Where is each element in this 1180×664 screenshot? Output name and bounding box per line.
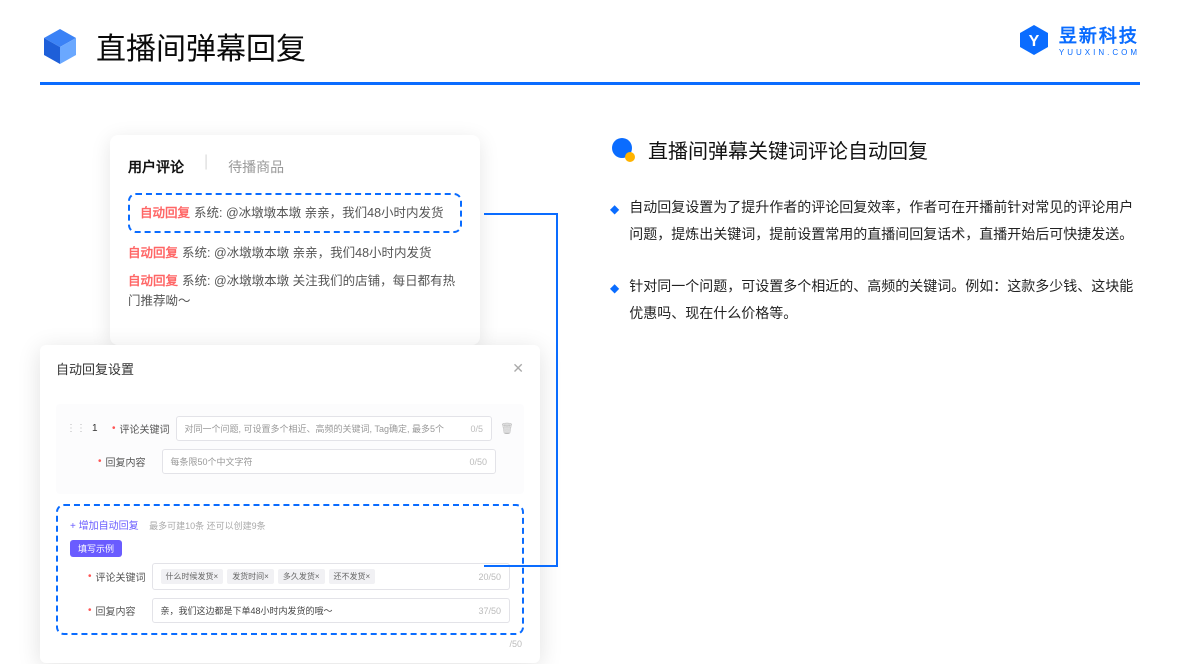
row-index: 1	[92, 423, 112, 434]
add-tip: 最多可建10条 还可以创建9条	[149, 521, 266, 531]
auto-reply-tag: 自动回复	[140, 206, 190, 220]
content-input[interactable]: 每条限50个中文字符0/50	[162, 449, 496, 474]
ex-keyword-label: 评论关键词	[96, 569, 152, 584]
message-text: 系统: @冰墩墩本墩 亲亲，我们48小时内发货	[194, 206, 444, 220]
extra-count: /50	[56, 635, 524, 649]
tab-user-comments[interactable]: 用户评论	[128, 153, 184, 181]
chip[interactable]: 什么时候发货×	[161, 569, 224, 584]
example-section: + 增加自动回复 最多可建10条 还可以创建9条 填写示例 • 评论关键词 什么…	[56, 504, 524, 635]
bubble-icon	[610, 137, 636, 163]
brand-name: 昱新科技	[1059, 22, 1140, 48]
bullet-text: 自动回复设置为了提升作者的评论回复效率，作者可在开播前针对常见的评论用户问题，提…	[629, 194, 1140, 247]
required-marker: •	[88, 605, 92, 616]
settings-title: 自动回复设置	[56, 359, 134, 378]
example-badge: 填写示例	[70, 540, 122, 557]
brand: Y 昱新科技YUUXIN.COM	[1017, 22, 1140, 57]
chip[interactable]: 多久发货×	[278, 569, 325, 584]
tab-pending-goods[interactable]: 待播商品	[228, 153, 284, 181]
bullet-text: 针对同一个问题，可设置多个相近的、高频的关键词。例如：这款多少钱、这块能优惠吗、…	[629, 273, 1140, 326]
page-title: 直播间弹幕回复	[96, 24, 306, 68]
brand-sub: YUUXIN.COM	[1059, 48, 1140, 57]
required-marker: •	[98, 456, 102, 467]
drag-handle-icon[interactable]: ⋮⋮	[66, 423, 86, 434]
content-label: 回复内容	[106, 454, 162, 469]
required-marker: •	[112, 423, 116, 434]
highlighted-message: 自动回复系统: @冰墩墩本墩 亲亲，我们48小时内发货	[128, 193, 462, 233]
auto-reply-tag: 自动回复	[128, 246, 178, 260]
cube-icon	[40, 26, 80, 66]
diamond-icon: ◆	[610, 277, 619, 326]
brand-logo-icon: Y	[1017, 23, 1051, 57]
tab-separator: |	[204, 153, 208, 181]
ex-keyword-input[interactable]: 什么时候发货× 发货时间× 多久发货× 还不发货× 20/50	[152, 563, 510, 590]
svg-text:Y: Y	[1029, 33, 1040, 50]
keyword-input[interactable]: 对同一个问题, 可设置多个相近、高频的关键词, Tag确定, 最多5个0/5	[176, 416, 493, 441]
ex-content-label: 回复内容	[96, 603, 152, 618]
chip[interactable]: 发货时间×	[227, 569, 274, 584]
diamond-icon: ◆	[610, 198, 619, 247]
settings-card: 自动回复设置 ✕ ⋮⋮ 1 • 评论关键词 对同一个问题, 可设置多个相近、高频…	[40, 345, 540, 663]
auto-reply-tag: 自动回复	[128, 274, 178, 288]
comments-card: 用户评论 | 待播商品 自动回复系统: @冰墩墩本墩 亲亲，我们48小时内发货 …	[110, 135, 480, 345]
connector-line	[484, 213, 558, 567]
add-auto-reply-link[interactable]: + 增加自动回复	[70, 521, 139, 532]
message-text: 系统: @冰墩墩本墩 亲亲，我们48小时内发货	[182, 246, 432, 260]
section-title: 直播间弹幕关键词评论自动回复	[648, 135, 928, 164]
chip[interactable]: 还不发货×	[329, 569, 376, 584]
required-marker: •	[88, 571, 92, 582]
ex-content-input[interactable]: 亲，我们这边都是下单48小时内发货的哦～37/50	[152, 598, 510, 623]
keyword-label: 评论关键词	[120, 421, 176, 436]
